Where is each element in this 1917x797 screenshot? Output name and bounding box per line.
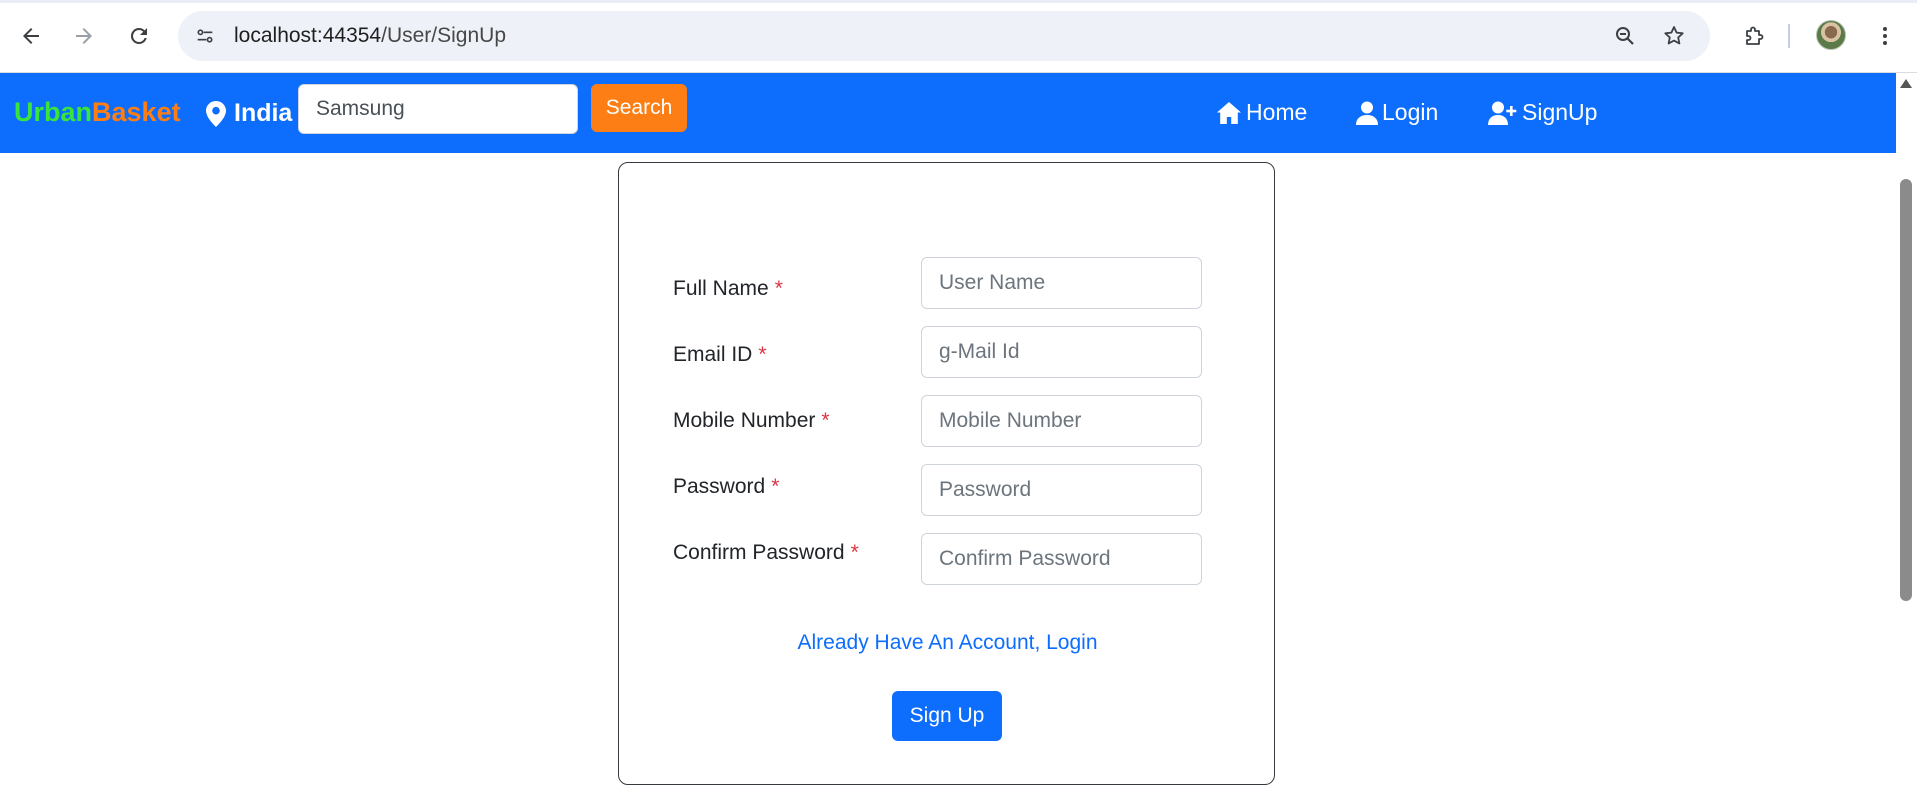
extensions-button[interactable] — [1736, 18, 1772, 54]
nav-signup-label: SignUp — [1522, 99, 1598, 125]
brand-part-basket: Basket — [92, 97, 181, 127]
zoom-icon[interactable] — [1610, 21, 1640, 51]
mobile-input[interactable] — [921, 395, 1202, 447]
email-input[interactable] — [921, 326, 1202, 378]
search-button[interactable]: Search — [591, 84, 687, 132]
password-label-text: Password — [673, 475, 766, 498]
mobile-label-text: Mobile Number — [673, 409, 816, 432]
nav-login-label: Login — [1382, 99, 1439, 125]
form-row-mobile: Mobile Number * — [619, 395, 1276, 447]
reload-button[interactable] — [121, 18, 157, 54]
confirm-password-label: Confirm Password * — [673, 541, 859, 565]
signup-button[interactable]: Sign Up — [892, 691, 1002, 741]
confirm-password-label-text: Confirm Password — [673, 541, 845, 564]
brand-logo[interactable]: UrbanBasket — [14, 97, 181, 128]
puzzle-icon — [1746, 26, 1764, 45]
home-icon — [1217, 101, 1241, 124]
password-label: Password * — [673, 475, 779, 499]
login-link[interactable]: Already Have An Account, Login — [619, 631, 1276, 655]
form-row-email: Email ID * — [619, 326, 1276, 378]
email-label: Email ID * — [673, 343, 767, 367]
nav-home-label: Home — [1246, 99, 1308, 125]
tab-strip-edge — [0, 0, 1917, 3]
browser-toolbar: localhost:44354/User/SignUp — [0, 0, 1917, 73]
bookmark-star-icon[interactable] — [1659, 21, 1689, 51]
reload-icon — [130, 27, 147, 44]
forward-button[interactable] — [66, 18, 102, 54]
full-name-input[interactable] — [921, 257, 1202, 309]
toolbar-divider — [1788, 24, 1790, 48]
browser-menu-button[interactable] — [1867, 18, 1903, 54]
signup-form-card: Full Name* Email ID* Mobile Number* Pass… — [618, 162, 1275, 785]
scroll-up-arrow-icon[interactable] — [1900, 79, 1912, 88]
map-pin-icon — [206, 100, 226, 127]
nav-login-link[interactable]: Login — [1356, 99, 1438, 126]
required-marker: * — [758, 343, 767, 366]
location-label: India — [234, 99, 293, 127]
url-text: localhost:44354/User/SignUp — [234, 24, 506, 48]
scrollbar-thumb[interactable] — [1900, 179, 1912, 601]
site-info-icon[interactable] — [192, 23, 218, 49]
email-label-text: Email ID — [673, 343, 753, 366]
url-path: /User/SignUp — [381, 24, 507, 47]
required-marker: * — [850, 541, 859, 564]
form-row-password: Password * — [619, 464, 1276, 516]
location-selector[interactable]: India — [206, 99, 292, 128]
form-row-confirm-password: Confirm Password * — [619, 533, 1276, 585]
nav-home-link[interactable]: Home — [1216, 99, 1307, 126]
user-plus-icon — [1488, 101, 1517, 125]
kebab-menu-icon — [1883, 27, 1887, 45]
page-scrollbar[interactable] — [1896, 73, 1917, 797]
user-icon — [1356, 101, 1378, 125]
password-input[interactable] — [921, 464, 1202, 516]
required-marker: * — [771, 475, 780, 498]
profile-avatar[interactable] — [1816, 20, 1846, 50]
mobile-label: Mobile Number * — [673, 409, 830, 433]
search-input[interactable] — [298, 84, 578, 134]
arrow-left-icon — [23, 28, 39, 44]
form-row-full-name: Full Name * — [619, 257, 1276, 309]
site-navbar: UrbanBasket India Search Home Login Sign… — [0, 73, 1896, 153]
url-host: localhost:44354 — [234, 24, 382, 47]
confirm-password-input[interactable] — [921, 533, 1202, 585]
back-button[interactable] — [13, 18, 49, 54]
required-marker: * — [774, 277, 783, 300]
address-bar[interactable]: localhost:44354/User/SignUp — [178, 11, 1710, 61]
full-name-label: Full Name * — [673, 277, 783, 301]
full-name-label-text: Full Name — [673, 277, 769, 300]
arrow-right-icon — [76, 28, 92, 44]
required-marker: * — [821, 409, 830, 432]
nav-signup-link[interactable]: SignUp — [1488, 99, 1597, 126]
brand-part-urban: Urban — [14, 97, 93, 127]
